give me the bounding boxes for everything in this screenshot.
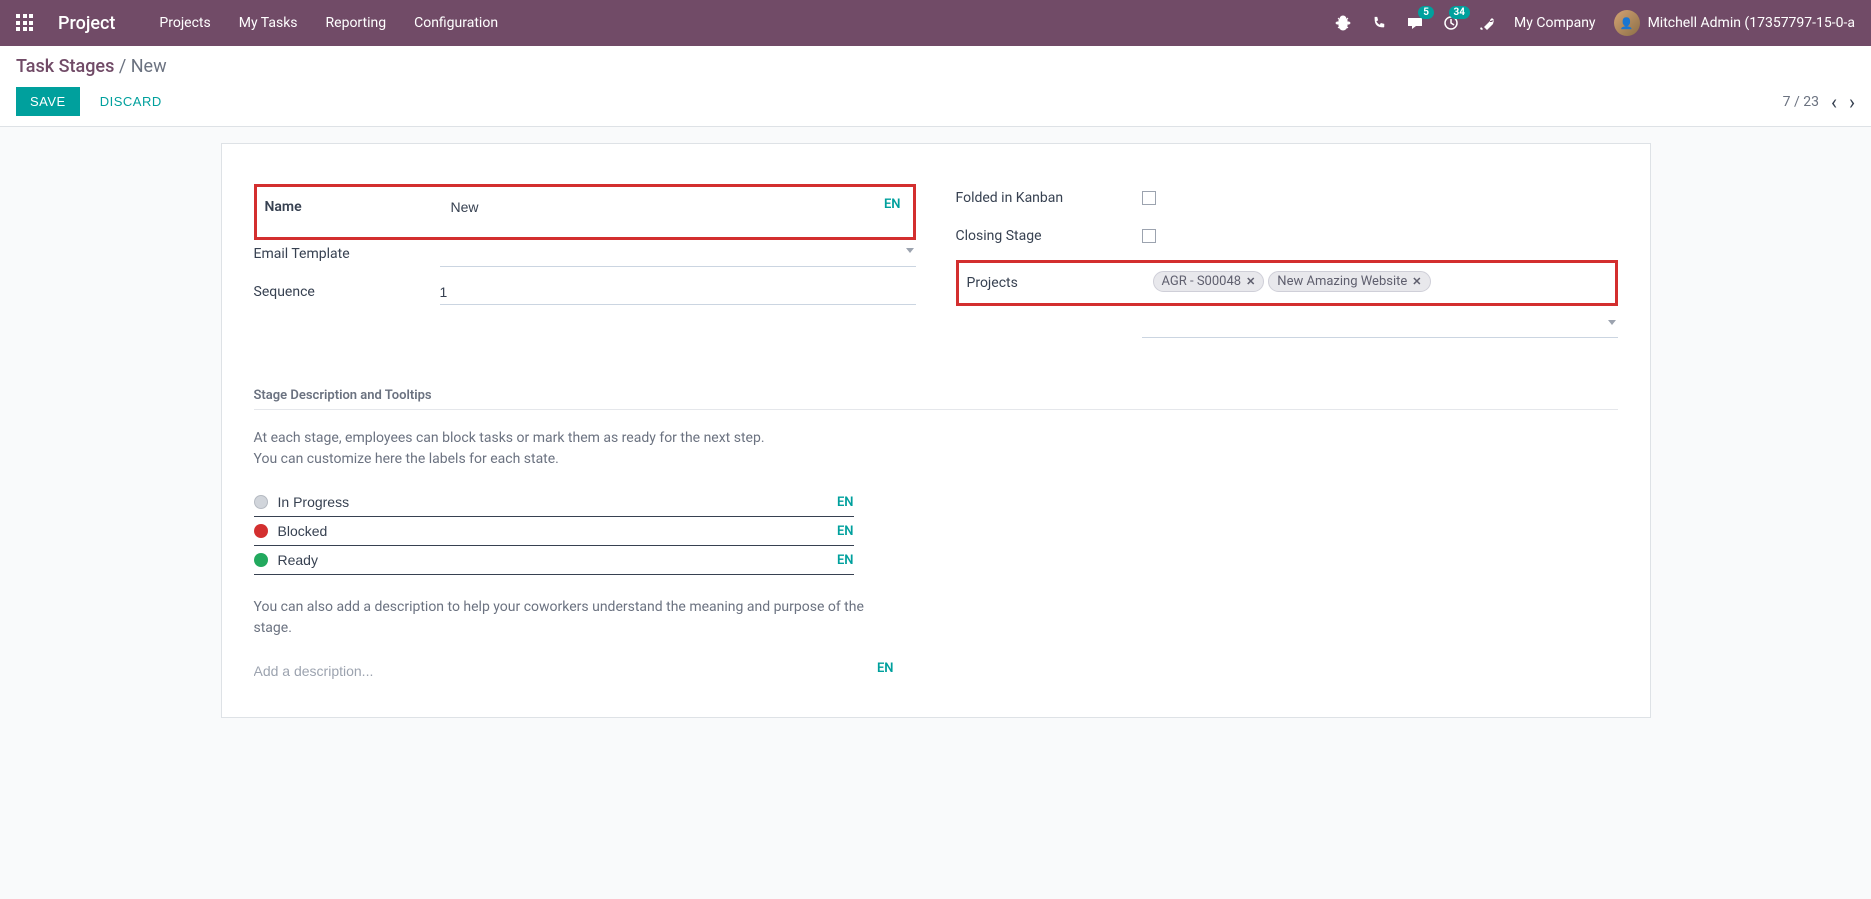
- state-dot-green-icon: [254, 553, 268, 567]
- activities-icon[interactable]: 34: [1442, 14, 1460, 32]
- projects-highlight: Projects AGR - S00048 ✕ New Amazing Webs…: [956, 260, 1618, 306]
- project-tag: AGR - S00048 ✕: [1153, 271, 1265, 292]
- pager-text: 7 / 23: [1783, 94, 1819, 110]
- section-title: Stage Description and Tooltips: [254, 388, 1618, 403]
- avatar: 👤: [1614, 10, 1640, 36]
- state-dot-grey-icon: [254, 495, 268, 509]
- state-row-ready: EN: [254, 546, 854, 575]
- apps-icon[interactable]: [16, 14, 34, 32]
- section-divider: [254, 409, 1618, 410]
- action-bar: Task Stages / New SAVE DISCARD 7 / 23 ‹ …: [0, 46, 1871, 127]
- state-in-progress-input[interactable]: [278, 494, 827, 510]
- nav-configuration[interactable]: Configuration: [414, 15, 498, 31]
- projects-tags-empty[interactable]: [1142, 310, 1618, 338]
- projects-caret-icon[interactable]: [1608, 320, 1616, 325]
- nav-my-tasks[interactable]: My Tasks: [239, 15, 298, 31]
- nav-projects[interactable]: Projects: [159, 15, 210, 31]
- description-lang[interactable]: EN: [877, 661, 894, 676]
- folded-checkbox[interactable]: [1142, 191, 1156, 205]
- pager-next[interactable]: ›: [1849, 90, 1855, 114]
- name-lang[interactable]: EN: [884, 197, 901, 212]
- company-selector[interactable]: My Company: [1514, 15, 1596, 31]
- sequence-input[interactable]: [440, 280, 916, 305]
- state-row-blocked: EN: [254, 517, 854, 546]
- section-text-2: You can customize here the labels for ea…: [254, 449, 1618, 470]
- form-sheet: Name EN Email Template Sequenc: [221, 143, 1651, 718]
- sequence-label: Sequence: [254, 284, 440, 300]
- navbar: Project Projects My Tasks Reporting Conf…: [0, 0, 1871, 46]
- project-tag: New Amazing Website ✕: [1268, 271, 1430, 292]
- state-lang[interactable]: EN: [837, 495, 854, 510]
- description-input[interactable]: [254, 657, 894, 685]
- name-input[interactable]: [451, 195, 905, 219]
- tag-remove-icon[interactable]: ✕: [1412, 275, 1421, 288]
- bug-icon[interactable]: [1334, 14, 1352, 32]
- closing-checkbox[interactable]: [1142, 229, 1156, 243]
- tools-icon[interactable]: [1478, 14, 1496, 32]
- brand-title[interactable]: Project: [58, 13, 115, 34]
- user-menu[interactable]: 👤 Mitchell Admin (17357797-15-0-a: [1614, 10, 1855, 36]
- messages-icon[interactable]: 5: [1406, 14, 1424, 32]
- projects-tags-field[interactable]: AGR - S00048 ✕ New Amazing Website ✕: [1153, 269, 1607, 297]
- pager: 7 / 23 ‹ ›: [1783, 90, 1855, 114]
- closing-label: Closing Stage: [956, 228, 1142, 244]
- projects-label: Projects: [967, 275, 1153, 291]
- tag-remove-icon[interactable]: ✕: [1246, 275, 1255, 288]
- messages-badge: 5: [1418, 6, 1434, 19]
- state-ready-input[interactable]: [278, 552, 827, 568]
- email-template-label: Email Template: [254, 246, 440, 262]
- state-lang[interactable]: EN: [837, 524, 854, 539]
- folded-label: Folded in Kanban: [956, 190, 1142, 206]
- pager-prev[interactable]: ‹: [1831, 90, 1837, 114]
- name-highlight: Name EN: [254, 184, 916, 240]
- breadcrumb-root[interactable]: Task Stages: [16, 56, 114, 77]
- state-dot-red-icon: [254, 524, 268, 538]
- phone-icon[interactable]: [1370, 14, 1388, 32]
- name-label: Name: [265, 199, 451, 215]
- section-text-1: At each stage, employees can block tasks…: [254, 428, 1618, 449]
- email-template-caret-icon[interactable]: [906, 248, 914, 253]
- activities-badge: 34: [1449, 6, 1470, 19]
- state-row-in-progress: EN: [254, 488, 854, 517]
- save-button[interactable]: SAVE: [16, 87, 80, 116]
- state-lang[interactable]: EN: [837, 553, 854, 568]
- breadcrumb: Task Stages / New: [16, 56, 1855, 77]
- section-text-3: You can also add a description to help y…: [254, 597, 894, 639]
- nav-reporting[interactable]: Reporting: [326, 15, 387, 31]
- state-blocked-input[interactable]: [278, 523, 827, 539]
- discard-button[interactable]: DISCARD: [86, 87, 176, 116]
- email-template-input[interactable]: [440, 242, 916, 267]
- breadcrumb-current: New: [131, 56, 167, 77]
- user-name: Mitchell Admin (17357797-15-0-a: [1648, 15, 1855, 31]
- nav-menu: Projects My Tasks Reporting Configuratio…: [159, 15, 498, 31]
